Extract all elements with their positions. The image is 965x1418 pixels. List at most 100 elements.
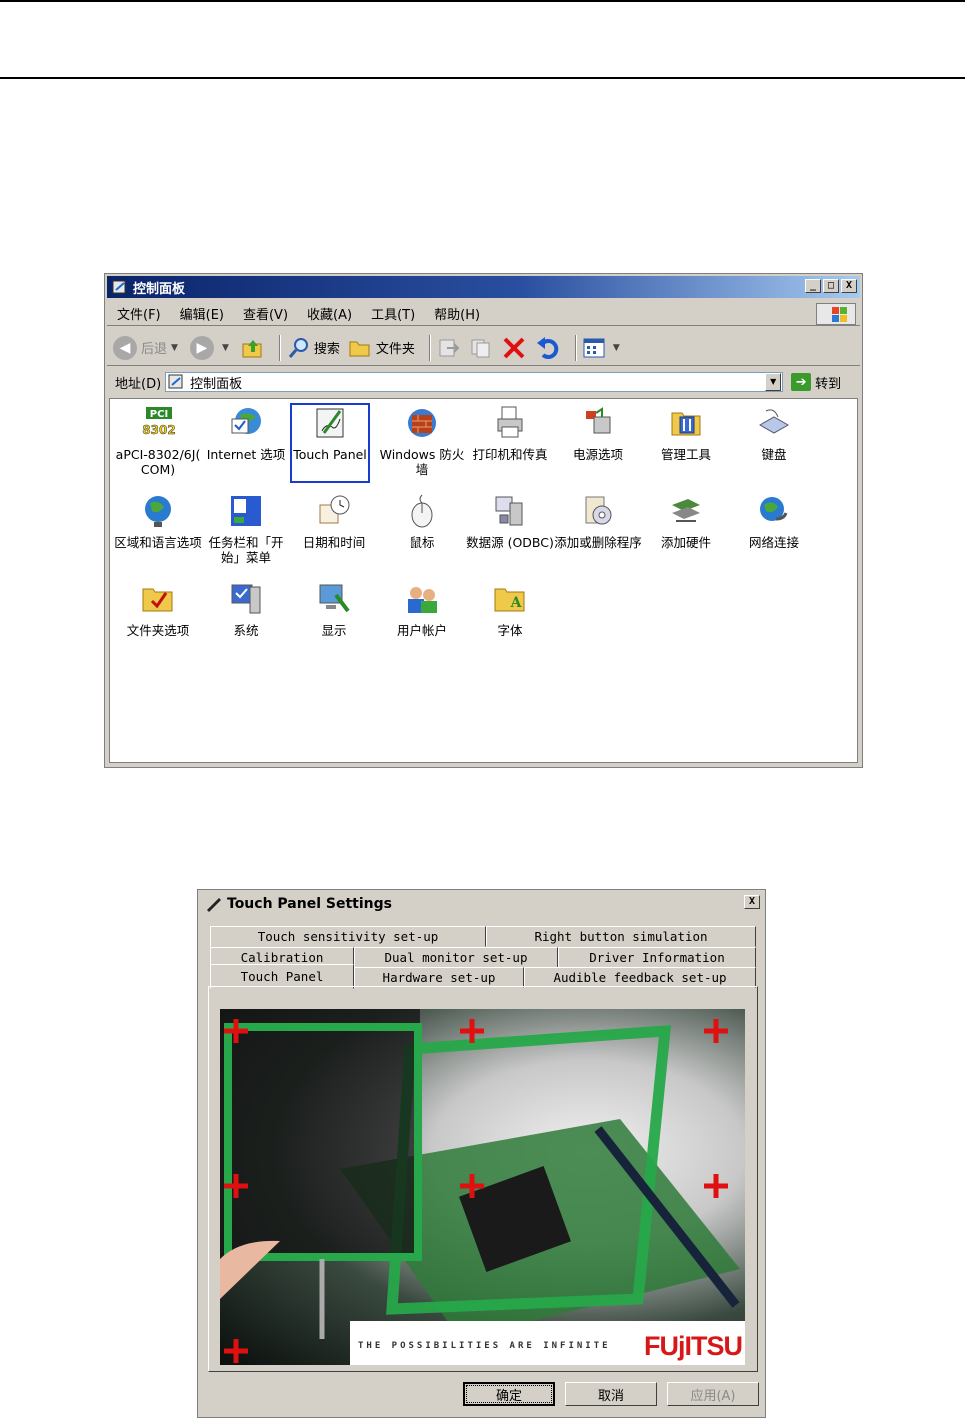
printer-icon <box>497 406 523 438</box>
applet-label: 打印机和传真 <box>472 447 548 462</box>
dialog-title-bar[interactable]: Touch Panel Settings X <box>200 892 763 916</box>
dialog-buttons: 确定 取消 应用(A) <box>463 1382 759 1406</box>
applet-label: 文件夹选项 <box>126 623 190 638</box>
forward-button[interactable]: ▶ ▼ <box>189 335 233 360</box>
control-panel-icon <box>168 374 183 389</box>
applet-admin-tools[interactable]: 管理工具 <box>642 405 730 462</box>
folders-button[interactable]: 文件夹 <box>348 337 415 359</box>
address-bar: 地址(D) 控制面板 ▼ ➔ 转到 <box>107 369 860 395</box>
applet-printers[interactable]: 打印机和传真 <box>466 405 554 462</box>
calendar-clock-icon <box>319 495 350 524</box>
window-title: 控制面板 <box>133 281 186 297</box>
apply-button[interactable]: 应用(A) <box>667 1382 759 1406</box>
toolbar-separator <box>428 334 431 361</box>
copy-to-button[interactable] <box>469 337 493 359</box>
folders-label: 文件夹 <box>375 342 415 357</box>
views-icon <box>583 338 605 357</box>
chevron-down-icon: ▼ <box>221 342 229 353</box>
applet-add-hardware[interactable]: 添加硬件 <box>642 493 730 550</box>
applet-firewall[interactable]: Windows 防火墙 <box>378 405 466 477</box>
menu-file[interactable]: 文件(F) <box>117 304 161 323</box>
applet-system[interactable]: 系统 <box>202 581 290 638</box>
applet-network[interactable]: 网络连接 <box>730 493 818 550</box>
applet-label: 鼠标 <box>409 535 435 550</box>
address-input[interactable]: 控制面板 <box>165 372 784 392</box>
tab-right-button[interactable]: Right button simulation <box>486 926 756 947</box>
menu-view[interactable]: 查看(V) <box>243 304 288 323</box>
applet-region-language[interactable]: 区域和语言选项 <box>114 493 202 550</box>
control-panel-window: 控制面板 _ □ X 文件(F) 编辑(E) 查看(V) 收藏(A) 工具(T)… <box>104 273 863 768</box>
applet-mouse[interactable]: 鼠标 <box>378 493 466 550</box>
applet-display[interactable]: 显示 <box>290 581 378 638</box>
chevron-down-icon: ▼ <box>171 342 178 353</box>
top-rule <box>0 0 965 2</box>
applet-add-remove[interactable]: 添加或删除程序 <box>554 493 642 550</box>
applet-label: 网络连接 <box>748 535 799 550</box>
touch-panel-dialog: Touch Panel Settings X Touch sensitivity… <box>197 889 766 1418</box>
applet-label: 显示 <box>321 623 347 638</box>
address-value: 控制面板 <box>190 376 243 392</box>
tab-audible-feedback[interactable]: Audible feedback set-up <box>524 967 756 988</box>
applet-fonts[interactable]: A 字体 <box>466 581 554 638</box>
go-button[interactable]: ➔ 转到 <box>791 373 841 392</box>
applet-folder-options[interactable]: 文件夹选项 <box>114 581 202 638</box>
applet-label: 任务栏和「开始」菜单 <box>208 535 284 565</box>
move-to-button[interactable] <box>437 337 461 359</box>
menu-help[interactable]: 帮助(H) <box>434 304 480 323</box>
tab-touch-sensitivity[interactable]: Touch sensitivity set-up <box>210 926 486 947</box>
applet-label: 日期和时间 <box>302 535 366 550</box>
ok-button[interactable]: 确定 <box>463 1382 555 1406</box>
up-folder-button[interactable] <box>241 336 265 360</box>
applet-label: 键盘 <box>761 447 787 462</box>
menu-tools[interactable]: 工具(T) <box>371 304 415 323</box>
go-label: 转到 <box>815 376 842 392</box>
applet-user-accounts[interactable]: 用户帐户 <box>378 581 466 638</box>
search-button[interactable]: 搜索 <box>287 336 340 360</box>
hardware-icon <box>672 499 700 522</box>
applet-keyboard[interactable]: 键盘 <box>730 405 818 462</box>
control-panel-icon <box>112 280 126 294</box>
delete-button[interactable] <box>501 335 527 361</box>
undo-icon <box>536 336 559 359</box>
applet-apci[interactable]: PCI 8302 aPCI-8302/6J( COM) <box>114 405 202 477</box>
applet-label: aPCI-8302/6J( COM) <box>115 447 201 477</box>
firewall-icon <box>408 409 436 437</box>
applet-touch-panel[interactable]: Touch Panel <box>290 403 370 483</box>
banner-slogan: THE POSSIBILITIES ARE INFINITE <box>358 1341 611 1351</box>
title-bar[interactable]: 控制面板 _ □ X <box>107 276 860 298</box>
applet-odbc[interactable]: 数据源 (ODBC) <box>466 493 554 550</box>
applet-taskbar[interactable]: 任务栏和「开始」菜单 <box>202 493 290 565</box>
cancel-button[interactable]: 取消 <box>565 1382 657 1406</box>
internet-globe-icon <box>231 408 261 434</box>
tab-driver-info[interactable]: Driver Information <box>558 947 756 968</box>
undo-button[interactable] <box>535 335 561 361</box>
touch-panel-banner-image: THE POSSIBILITIES ARE INFINITE FUjITSU <box>220 1009 745 1365</box>
applet-internet-options[interactable]: Internet 选项 <box>202 405 290 462</box>
pci-card-icon: PCI 8302 <box>142 407 176 437</box>
banner-illustration <box>220 1009 745 1365</box>
applet-label: 区域和语言选项 <box>114 535 202 550</box>
back-button[interactable]: ◀ 后退 ▼ <box>113 335 182 360</box>
applet-label: Internet 选项 <box>206 447 286 462</box>
minimize-button[interactable]: _ <box>805 279 821 293</box>
dialog-close-button[interactable]: X <box>744 895 760 909</box>
up-folder-icon <box>242 339 262 357</box>
display-icon <box>319 584 350 613</box>
menu-favorites[interactable]: 收藏(A) <box>307 304 352 323</box>
add-remove-icon <box>585 496 612 525</box>
chevron-down-icon: ▼ <box>612 342 620 353</box>
applet-date-time[interactable]: 日期和时间 <box>290 493 378 550</box>
tab-hardware[interactable]: Hardware set-up <box>354 967 524 988</box>
applet-power[interactable]: 电源选项 <box>554 405 642 462</box>
database-icon <box>495 496 523 526</box>
applet-label: Touch Panel <box>293 447 367 462</box>
search-icon <box>288 337 308 358</box>
tab-dual-monitor[interactable]: Dual monitor set-up <box>354 947 558 968</box>
applet-label: 系统 <box>233 623 259 638</box>
views-button[interactable]: ▼ <box>583 337 624 359</box>
menu-edit[interactable]: 编辑(E) <box>180 304 224 323</box>
go-arrow-icon: ➔ <box>791 373 812 391</box>
maximize-button[interactable]: □ <box>823 279 839 293</box>
close-button[interactable]: X <box>841 279 857 293</box>
address-dropdown-button[interactable]: ▼ <box>765 373 782 391</box>
